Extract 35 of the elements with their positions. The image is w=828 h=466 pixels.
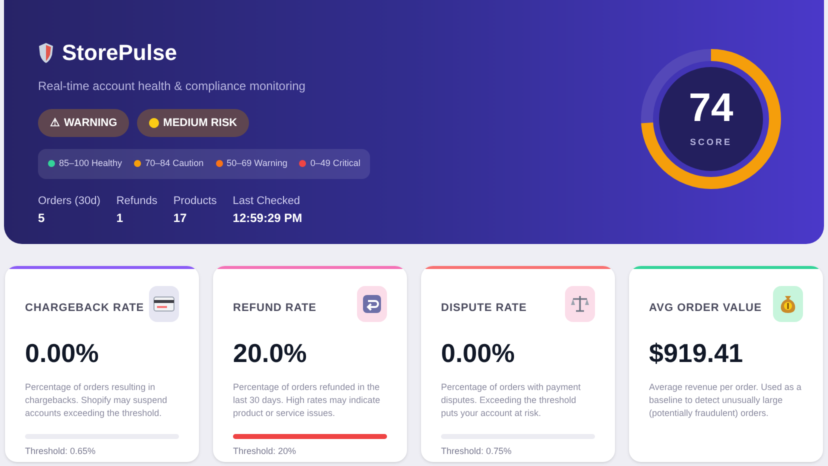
score-value: 74	[688, 88, 734, 128]
metric-description: Percentage of orders refunded in the last 30 days. High rates may indicate product or service issues.	[233, 381, 382, 420]
threshold-label: Threshold: 0.65%	[25, 445, 97, 458]
metric-value: $919.41	[649, 337, 744, 370]
stat-label: Orders (30d)	[38, 194, 100, 208]
stat-value: 5	[38, 210, 46, 227]
metric-description: Percentage of orders with payment disputes. Exceeding the threshold puts your account at risk.	[441, 381, 582, 420]
status-badge: ⚠ WARNING	[38, 109, 130, 137]
app-title: StorePulse	[62, 39, 177, 67]
stat-label: Last Checked	[232, 194, 302, 208]
dot-icon	[149, 118, 160, 128]
status-badge: MEDIUM RISK	[137, 109, 250, 137]
legend-label: 85–100 Healthy	[59, 157, 122, 170]
metric-title: CHARGEBACK RATE	[25, 301, 144, 316]
threshold-label: Threshold: 0.75%	[441, 445, 513, 458]
metric-value: 20.0%	[233, 337, 308, 370]
metric-title: DISPUTE RATE	[441, 301, 527, 316]
stat-value: 1	[116, 210, 124, 227]
metric-value: 0.00%	[25, 337, 100, 370]
metric-title: AVG ORDER VALUE	[649, 301, 762, 316]
stat-label: Products	[173, 194, 217, 208]
metric-value: 0.00%	[441, 337, 516, 370]
metric-description: Percentage of orders resulting in chargebacks. Shopify may suspend accounts exceeding the threshold.	[25, 381, 168, 420]
threshold-label: Threshold: 20%	[233, 445, 298, 458]
score-label: SCORE	[690, 136, 732, 150]
legend-label: 50–69 Warning	[226, 157, 288, 170]
subtitle: Real-time account health & compliance monitoring	[38, 78, 306, 95]
stat-value: 17	[173, 210, 188, 227]
metric-description: Average revenue per order. Used as a baseline to detect unusually large (potentially fraudulent) orders.	[649, 381, 802, 420]
legend-label: 70–84 Caution	[145, 157, 204, 170]
shield-icon	[38, 42, 54, 64]
legend-label: 0–49 Critical	[310, 157, 360, 170]
metric-title: REFUND RATE	[233, 301, 317, 316]
stat-label: Refunds	[116, 194, 158, 208]
stat-value: 12:59:29 PM	[232, 210, 302, 227]
